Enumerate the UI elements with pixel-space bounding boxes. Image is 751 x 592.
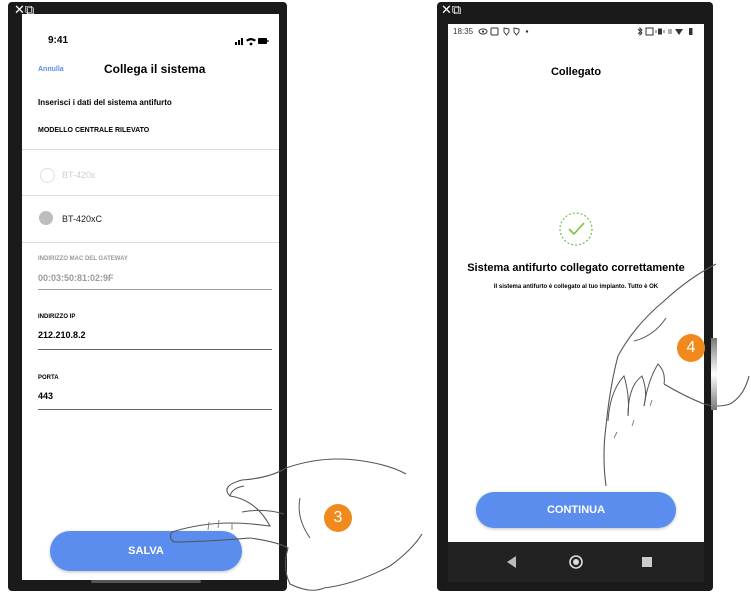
option-bt-420x[interactable]: BT-420x — [22, 151, 279, 195]
cancel-link[interactable]: Annulla — [38, 66, 64, 73]
option-bt-420xc[interactable]: BT-420xC — [22, 197, 279, 241]
nav-bar — [448, 542, 704, 582]
dot-icon — [525, 30, 529, 33]
battery-icon — [258, 38, 269, 44]
divider — [22, 195, 279, 196]
eye-icon — [478, 28, 488, 35]
ip-field-label: INDIRIZZO IP — [38, 314, 76, 320]
status-right-icons — [636, 27, 698, 36]
port-field[interactable]: PORTA 443 — [38, 373, 272, 415]
status-time: 9:41 — [48, 35, 69, 46]
radio-button-selected[interactable] — [39, 211, 53, 225]
mac-field-value: 00:03:50:81:02:9F — [38, 273, 114, 283]
page-title: Collegato — [550, 66, 602, 78]
ip-field[interactable]: INDIRIZZO IP 212.210.8.2 — [38, 312, 272, 354]
shield-icon — [503, 27, 510, 36]
step-badge: 4 — [677, 334, 705, 362]
mac-field-label: INDIRIZZO MAC DEL GATEWAY — [38, 256, 128, 262]
check-circle-icon — [558, 211, 594, 247]
screen-icon — [490, 27, 499, 36]
pointing-hand-illustration — [160, 438, 430, 592]
field-underline — [38, 289, 272, 290]
section-label: MODELLO CENTRALE RILEVATO — [38, 127, 150, 134]
signal-icon — [235, 38, 243, 45]
port-field-label: PORTA — [38, 375, 59, 381]
mac-field: INDIRIZZO MAC DEL GATEWAY 00:03:50:81:02… — [38, 254, 272, 294]
pointing-hand-illustration — [584, 256, 751, 496]
divider — [22, 242, 279, 243]
status-time: 18:35 — [453, 27, 474, 36]
side-button-highlight — [711, 338, 717, 410]
field-underline — [38, 409, 272, 410]
step-badge: 3 — [324, 504, 352, 532]
option-label: BT-420x — [62, 170, 96, 180]
option-label: BT-420xC — [62, 214, 103, 224]
shield-icon — [513, 27, 520, 36]
ip-field-value[interactable]: 212.210.8.2 — [38, 330, 86, 340]
data-icon — [668, 29, 672, 34]
continue-button[interactable]: CONTINUA — [476, 492, 676, 528]
nfc-icon — [645, 27, 654, 36]
wifi-icon — [675, 29, 683, 35]
divider — [22, 149, 279, 150]
status-left-icons — [478, 27, 538, 36]
back-icon[interactable] — [507, 556, 517, 568]
page-title: Collega il sistema — [104, 62, 206, 76]
vibrate-icon — [655, 28, 665, 35]
recents-icon[interactable] — [642, 557, 652, 567]
radio-button-unselected[interactable] — [40, 168, 55, 183]
instruction-text: Inserisci i dati del sistema antifurto — [38, 98, 172, 107]
close-window-icon[interactable]: ✕⧉ — [441, 4, 461, 17]
status-icons — [235, 36, 269, 46]
home-icon[interactable] — [568, 554, 584, 570]
wifi-icon — [246, 38, 256, 46]
port-field-value[interactable]: 443 — [38, 391, 53, 401]
bluetooth-icon — [637, 27, 643, 36]
field-underline — [38, 349, 272, 350]
battery-icon — [689, 28, 693, 35]
